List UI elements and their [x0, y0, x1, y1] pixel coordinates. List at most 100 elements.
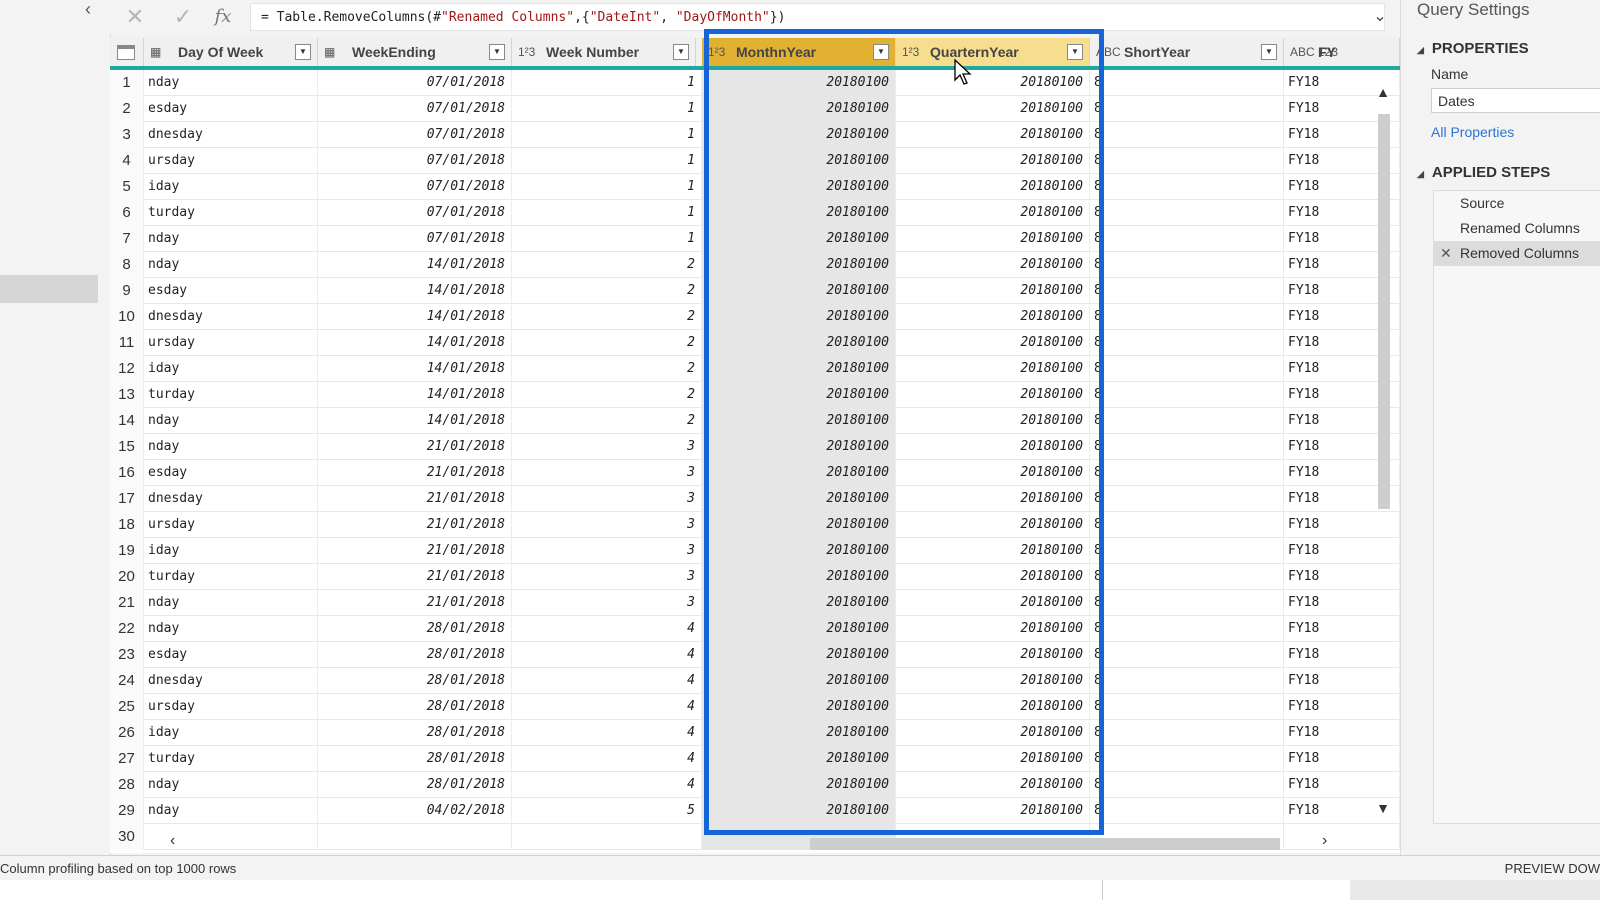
query-name-input[interactable]: Dates: [1431, 88, 1600, 113]
table-cell[interactable]: nday: [144, 590, 318, 616]
row-number[interactable]: 4: [110, 148, 144, 174]
table-cell[interactable]: 8: [1090, 122, 1284, 148]
row-number[interactable]: 13: [110, 382, 144, 408]
table-cell[interactable]: 28/01/2018: [318, 668, 512, 694]
table-cell[interactable]: 14/01/2018: [318, 252, 512, 278]
table-cell[interactable]: 8: [1090, 278, 1284, 304]
table-cell[interactable]: iday: [144, 720, 318, 746]
table-cell[interactable]: 2: [512, 330, 702, 356]
table-cell[interactable]: 8: [1090, 746, 1284, 772]
table-cell[interactable]: 21/01/2018: [318, 512, 512, 538]
table-cell[interactable]: 4: [512, 720, 702, 746]
table-cell[interactable]: esday: [144, 96, 318, 122]
table-cell[interactable]: 28/01/2018: [318, 772, 512, 798]
filter-dropdown-icon[interactable]: ▼: [295, 44, 311, 60]
scroll-right-icon[interactable]: ›: [1322, 832, 1327, 850]
table-cell[interactable]: 1: [512, 122, 702, 148]
row-number[interactable]: 22: [110, 616, 144, 642]
chevron-left-icon[interactable]: ‹: [78, 0, 98, 20]
table-cell[interactable]: 8: [1090, 434, 1284, 460]
table-cell[interactable]: 07/01/2018: [318, 122, 512, 148]
row-number[interactable]: 19: [110, 538, 144, 564]
table-cell[interactable]: nday: [144, 616, 318, 642]
all-properties-link[interactable]: All Properties: [1431, 124, 1514, 140]
table-cell[interactable]: nday: [144, 772, 318, 798]
table-cell[interactable]: nday: [144, 226, 318, 252]
table-cell[interactable]: turday: [144, 200, 318, 226]
table-cell[interactable]: dnesday: [144, 122, 318, 148]
table-cell[interactable]: 28/01/2018: [318, 694, 512, 720]
table-cell[interactable]: 8: [1090, 616, 1284, 642]
row-number[interactable]: 15: [110, 434, 144, 460]
table-cell[interactable]: 8: [1090, 200, 1284, 226]
table-cell[interactable]: 1: [512, 96, 702, 122]
table-cell[interactable]: nday: [144, 434, 318, 460]
row-number[interactable]: 3: [110, 122, 144, 148]
table-cell[interactable]: nday: [144, 408, 318, 434]
table-cell[interactable]: turday: [144, 382, 318, 408]
table-cell[interactable]: nday: [144, 798, 318, 824]
row-number[interactable]: 2: [110, 96, 144, 122]
table-cell[interactable]: 14/01/2018: [318, 278, 512, 304]
table-cell[interactable]: 8: [1090, 798, 1284, 824]
step-removed-columns[interactable]: ✕ Removed Columns: [1434, 241, 1600, 266]
table-cell[interactable]: ursday: [144, 330, 318, 356]
column-header-shortyear[interactable]: ABC ShortYear ▼: [1090, 38, 1284, 66]
row-number[interactable]: 12: [110, 356, 144, 382]
table-cell[interactable]: dnesday: [144, 668, 318, 694]
table-menu-icon[interactable]: [110, 38, 144, 66]
table-cell[interactable]: nday: [144, 252, 318, 278]
number-type-icon[interactable]: 1²3: [518, 38, 535, 66]
table-cell[interactable]: 3: [512, 590, 702, 616]
table-cell[interactable]: iday: [144, 174, 318, 200]
formula-input[interactable]: = Table.RemoveColumns(#"Renamed Columns"…: [250, 3, 1385, 31]
table-cell[interactable]: 1: [512, 70, 702, 96]
row-number[interactable]: 10: [110, 304, 144, 330]
table-cell[interactable]: 07/01/2018: [318, 200, 512, 226]
table-cell[interactable]: iday: [144, 356, 318, 382]
table-cell[interactable]: nday: [144, 70, 318, 96]
table-cell[interactable]: 14/01/2018: [318, 408, 512, 434]
table-cell[interactable]: 3: [512, 564, 702, 590]
vertical-scrollbar[interactable]: ▲ ▼: [1373, 84, 1393, 824]
table-cell[interactable]: dnesday: [144, 304, 318, 330]
table-cell[interactable]: 8: [1090, 148, 1284, 174]
scroll-down-icon[interactable]: ▼: [1373, 800, 1393, 816]
row-number[interactable]: 11: [110, 330, 144, 356]
column-header-weekending[interactable]: ▦ WeekEnding ▼: [318, 38, 512, 66]
table-cell[interactable]: 2: [512, 382, 702, 408]
row-number[interactable]: 14: [110, 408, 144, 434]
table-cell[interactable]: 8: [1090, 590, 1284, 616]
table-cell[interactable]: 4: [512, 642, 702, 668]
table-cell[interactable]: 28/01/2018: [318, 720, 512, 746]
table-cell[interactable]: 07/01/2018: [318, 226, 512, 252]
table-cell[interactable]: 28/01/2018: [318, 616, 512, 642]
table-cell[interactable]: 4: [512, 772, 702, 798]
applied-steps-header[interactable]: ◢ APPLIED STEPS: [1417, 164, 1550, 181]
row-number[interactable]: 1: [110, 70, 144, 96]
table-cell[interactable]: iday: [144, 538, 318, 564]
table-cell[interactable]: 1: [512, 226, 702, 252]
table-cell[interactable]: 8: [1090, 538, 1284, 564]
row-number[interactable]: 24: [110, 668, 144, 694]
filter-dropdown-icon[interactable]: ▼: [1261, 44, 1277, 60]
table-cell[interactable]: 8: [1090, 460, 1284, 486]
table-cell[interactable]: 21/01/2018: [318, 486, 512, 512]
table-cell[interactable]: 1: [512, 200, 702, 226]
row-number[interactable]: 20: [110, 564, 144, 590]
table-cell[interactable]: ursday: [144, 512, 318, 538]
table-cell[interactable]: 8: [1090, 642, 1284, 668]
table-cell[interactable]: 8: [1090, 174, 1284, 200]
table-cell[interactable]: 14/01/2018: [318, 356, 512, 382]
table-cell[interactable]: esday: [144, 642, 318, 668]
fx-icon[interactable]: fx: [210, 4, 236, 30]
cancel-icon[interactable]: ✕: [122, 4, 148, 30]
table-cell[interactable]: dnesday: [144, 486, 318, 512]
row-number[interactable]: 28: [110, 772, 144, 798]
table-cell[interactable]: 8: [1090, 486, 1284, 512]
table-cell[interactable]: 2: [512, 304, 702, 330]
table-cell[interactable]: 2: [512, 356, 702, 382]
filter-dropdown-icon[interactable]: ▼: [489, 44, 505, 60]
row-number[interactable]: 17: [110, 486, 144, 512]
row-number[interactable]: 6: [110, 200, 144, 226]
